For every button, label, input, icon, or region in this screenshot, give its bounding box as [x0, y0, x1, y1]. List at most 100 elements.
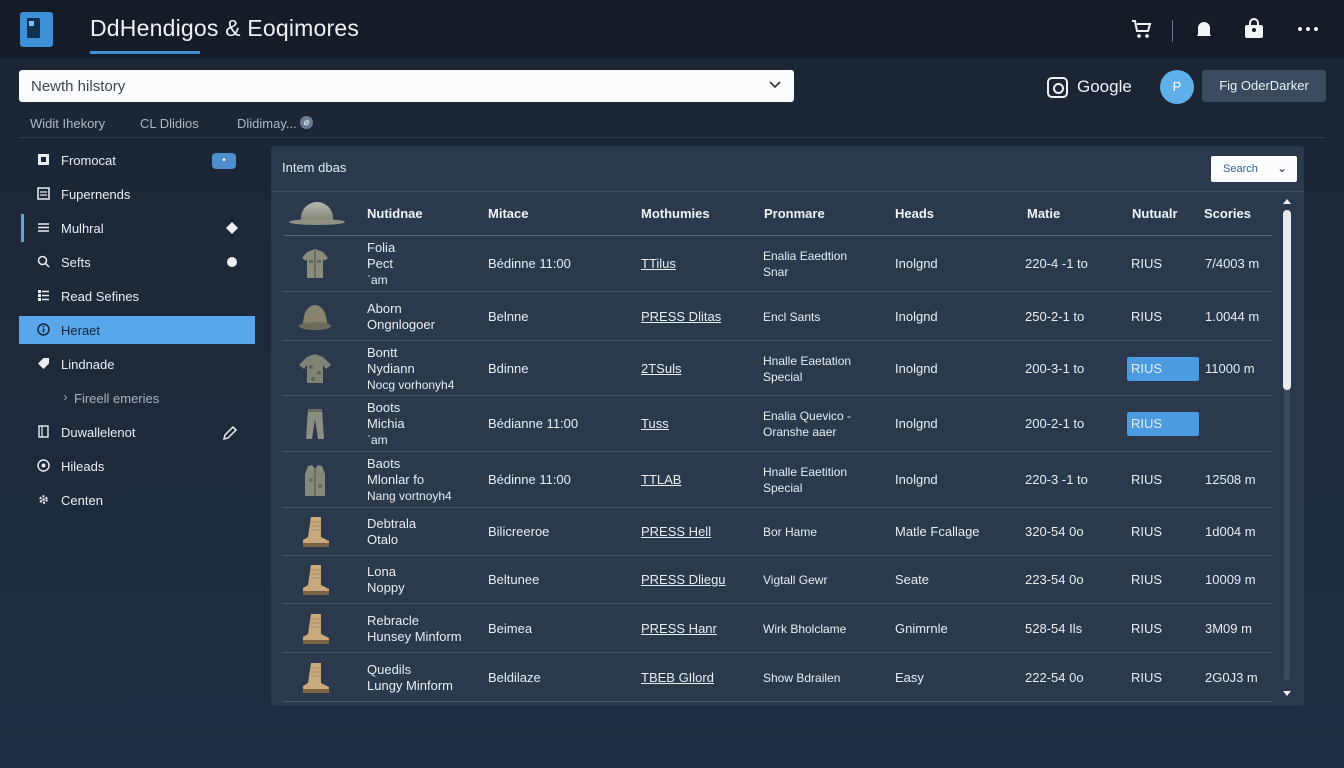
scroll-thumb[interactable] [1283, 210, 1291, 390]
column-header[interactable]: Nutualr [1132, 206, 1178, 221]
boot-thumbnail [295, 512, 335, 552]
items-panel: Intem dbas Search ⌄ Nutidnae Mitace Moth… [271, 146, 1304, 706]
pencil-icon[interactable] [222, 425, 238, 441]
mothumies-link[interactable]: PRESS Hell [641, 524, 711, 540]
mitace-cell: Bédianne 11:00 [488, 416, 579, 431]
mothumies-link[interactable]: PRESS Dlitas [641, 309, 721, 325]
boot-thumbnail [295, 609, 335, 649]
more-icon[interactable] [1296, 17, 1320, 41]
pronmare-line: Snar [763, 265, 789, 279]
history-search-input[interactable] [31, 77, 761, 95]
sidebar-item-read-sefines[interactable]: Read Sefines [19, 282, 255, 310]
crumb-0[interactable]: Widit Ihekory [30, 116, 105, 131]
column-header[interactable]: Nutidnae [367, 206, 423, 221]
scroll-down-icon[interactable] [1282, 689, 1292, 699]
heads-cell: Inolgnd [895, 256, 938, 271]
item-name-line: Lona [367, 564, 396, 579]
vertical-scrollbar[interactable] [1280, 194, 1294, 699]
column-header[interactable]: Pronmare [764, 206, 825, 221]
column-header[interactable]: Scories [1204, 206, 1251, 221]
sidebar-item-fromocat[interactable]: Fromocat • [19, 146, 255, 174]
sidebar-item-heraet[interactable]: Heraet [19, 316, 255, 344]
search-icon [37, 255, 50, 268]
table-row[interactable]: Boots Michia ˈam Bédianne 11:00 Tuss Enalia Q… [283, 396, 1272, 452]
matie-cell: 220-4 -1 to [1025, 256, 1088, 271]
table-row[interactable]: Folia Pect ˈam Bédinne 11:00 TTilus Enalia Ea… [283, 236, 1272, 292]
bell-icon[interactable] [1192, 17, 1216, 41]
item-name-line: Michia [367, 416, 405, 431]
panel-search-dropdown[interactable]: Search ⌄ [1211, 156, 1297, 182]
table-row[interactable]: Rebracle Hunsey Minform Beimea PRESS Hanr Wi… [283, 604, 1272, 653]
table-row[interactable]: Debtrala Otalo Bilicreeroe PRESS Hell Bor Ha… [283, 508, 1272, 556]
sidebar-item-label: Hileads [61, 459, 105, 474]
column-header[interactable]: Mitace [488, 206, 528, 221]
history-search-field[interactable] [19, 70, 794, 102]
pronmare-line: Enalia Eaedtion [763, 249, 848, 263]
item-name-line: Ongnlogoer [367, 317, 435, 332]
matie-cell: 200-2-1 to [1025, 416, 1085, 431]
sidebar-item-fupernends[interactable]: Fupernends [19, 180, 255, 208]
table-header: Nutidnae Mitace Mothumies Pronmare Heads… [271, 194, 1281, 236]
score-cell: 10009 m [1205, 572, 1256, 587]
chevron-down-icon: ⌄ [1276, 161, 1287, 175]
crumb-clear-icon[interactable]: ⌀ [300, 116, 313, 129]
table-row[interactable]: Aborn Ongnlogoer Belnne PRESS Dlitas Encl Sa… [283, 292, 1272, 341]
app-logo-icon[interactable] [20, 12, 53, 47]
crumb-1[interactable]: CL Dlidios [140, 116, 199, 131]
pronmare-line: Wirk Bholclame [763, 622, 847, 636]
mothumies-link[interactable]: Tuss [641, 416, 669, 432]
table-row[interactable]: Baots Mlonlar fo Nang vortnoyh4 Bédinne 11:… [283, 452, 1272, 508]
pronmare-line: Special [763, 370, 803, 384]
nutualr-cell: RIUS [1131, 416, 1163, 431]
mitace-cell: Bédinne 11:00 [488, 472, 571, 487]
bag-icon[interactable] [1242, 17, 1266, 41]
item-name-line: Nang vortnoyh4 [367, 489, 452, 503]
sidebar-item-hileads[interactable]: Hileads [19, 452, 255, 480]
google-button[interactable]: Google [1047, 73, 1132, 101]
mothumies-link[interactable]: TBEB GIlord [641, 670, 714, 686]
sidebar-item-sefts[interactable]: Sefts [19, 248, 255, 276]
table-row[interactable]: Quedils Lungy Minform Beldilaze TBEB GIlord… [283, 653, 1272, 702]
diamond-icon[interactable] [225, 221, 239, 235]
boot-thumbnail [295, 658, 335, 698]
item-name-line: Nocg vorhonyh4 [367, 378, 455, 392]
sidebar-item-label: Lindnade [61, 357, 115, 372]
mothumies-link[interactable]: TTilus [641, 256, 676, 272]
sidebar-item-duwallelenot[interactable]: Duwallelenot [19, 418, 255, 446]
matie-cell: 222-54 0o [1025, 670, 1084, 685]
score-cell: 11000 m [1205, 361, 1255, 376]
sidebar-item-lindnade[interactable]: Lindnade [19, 350, 255, 378]
cart-icon[interactable] [1130, 17, 1154, 41]
item-name-line: Nydiann [367, 361, 415, 376]
column-header[interactable]: Heads [895, 206, 934, 221]
chevron-down-icon[interactable] [768, 77, 782, 91]
jacket-thumbnail [295, 244, 335, 284]
sidebar-subitem-fireell-emeries[interactable]: › Fireell emeries [19, 384, 255, 412]
column-header[interactable]: Matie [1027, 206, 1060, 221]
mothumies-link[interactable]: PRESS Dliegu [641, 572, 726, 588]
scroll-up-icon[interactable] [1282, 196, 1292, 206]
sidebar-item-mulhral[interactable]: Mulhral [19, 214, 255, 242]
sidebar-item-label: Centen [61, 493, 103, 508]
column-header[interactable]: Mothumies [641, 206, 710, 221]
matie-cell: 220-3 -1 to [1025, 472, 1088, 487]
sidebar-item-label: Duwallelenot [61, 425, 136, 440]
table-row[interactable]: Bontt Nydiann Nocg vorhonyh4 Bdinne 2TSuls Hn… [283, 341, 1272, 396]
table-row[interactable]: Lona Noppy Beltunee PRESS Dliegu Vigtall Gew… [283, 556, 1272, 604]
item-name-line: Bontt [367, 345, 398, 360]
mitace-cell: Beldilaze [488, 670, 541, 685]
mothumies-link[interactable]: TTLAB [641, 472, 681, 488]
mothumies-link[interactable]: PRESS Hanr [641, 621, 717, 637]
avatar[interactable]: P [1160, 70, 1194, 104]
heads-cell: Inolgnd [895, 416, 938, 431]
dark-mode-button[interactable]: Fig OderDarker [1202, 70, 1326, 102]
nutualr-cell: RIUS [1131, 524, 1163, 539]
info-icon [37, 323, 50, 336]
row-divider [283, 701, 1272, 702]
sidebar-item-centen[interactable]: Centen [19, 486, 255, 514]
item-name-line: Pect [367, 256, 394, 271]
mitace-cell: Bédinne 11:00 [488, 256, 571, 271]
crumb-2[interactable]: Dlidimay... [237, 116, 297, 131]
nutualr-cell: RIUS [1131, 361, 1163, 376]
mothumies-link[interactable]: 2TSuls [641, 361, 681, 377]
